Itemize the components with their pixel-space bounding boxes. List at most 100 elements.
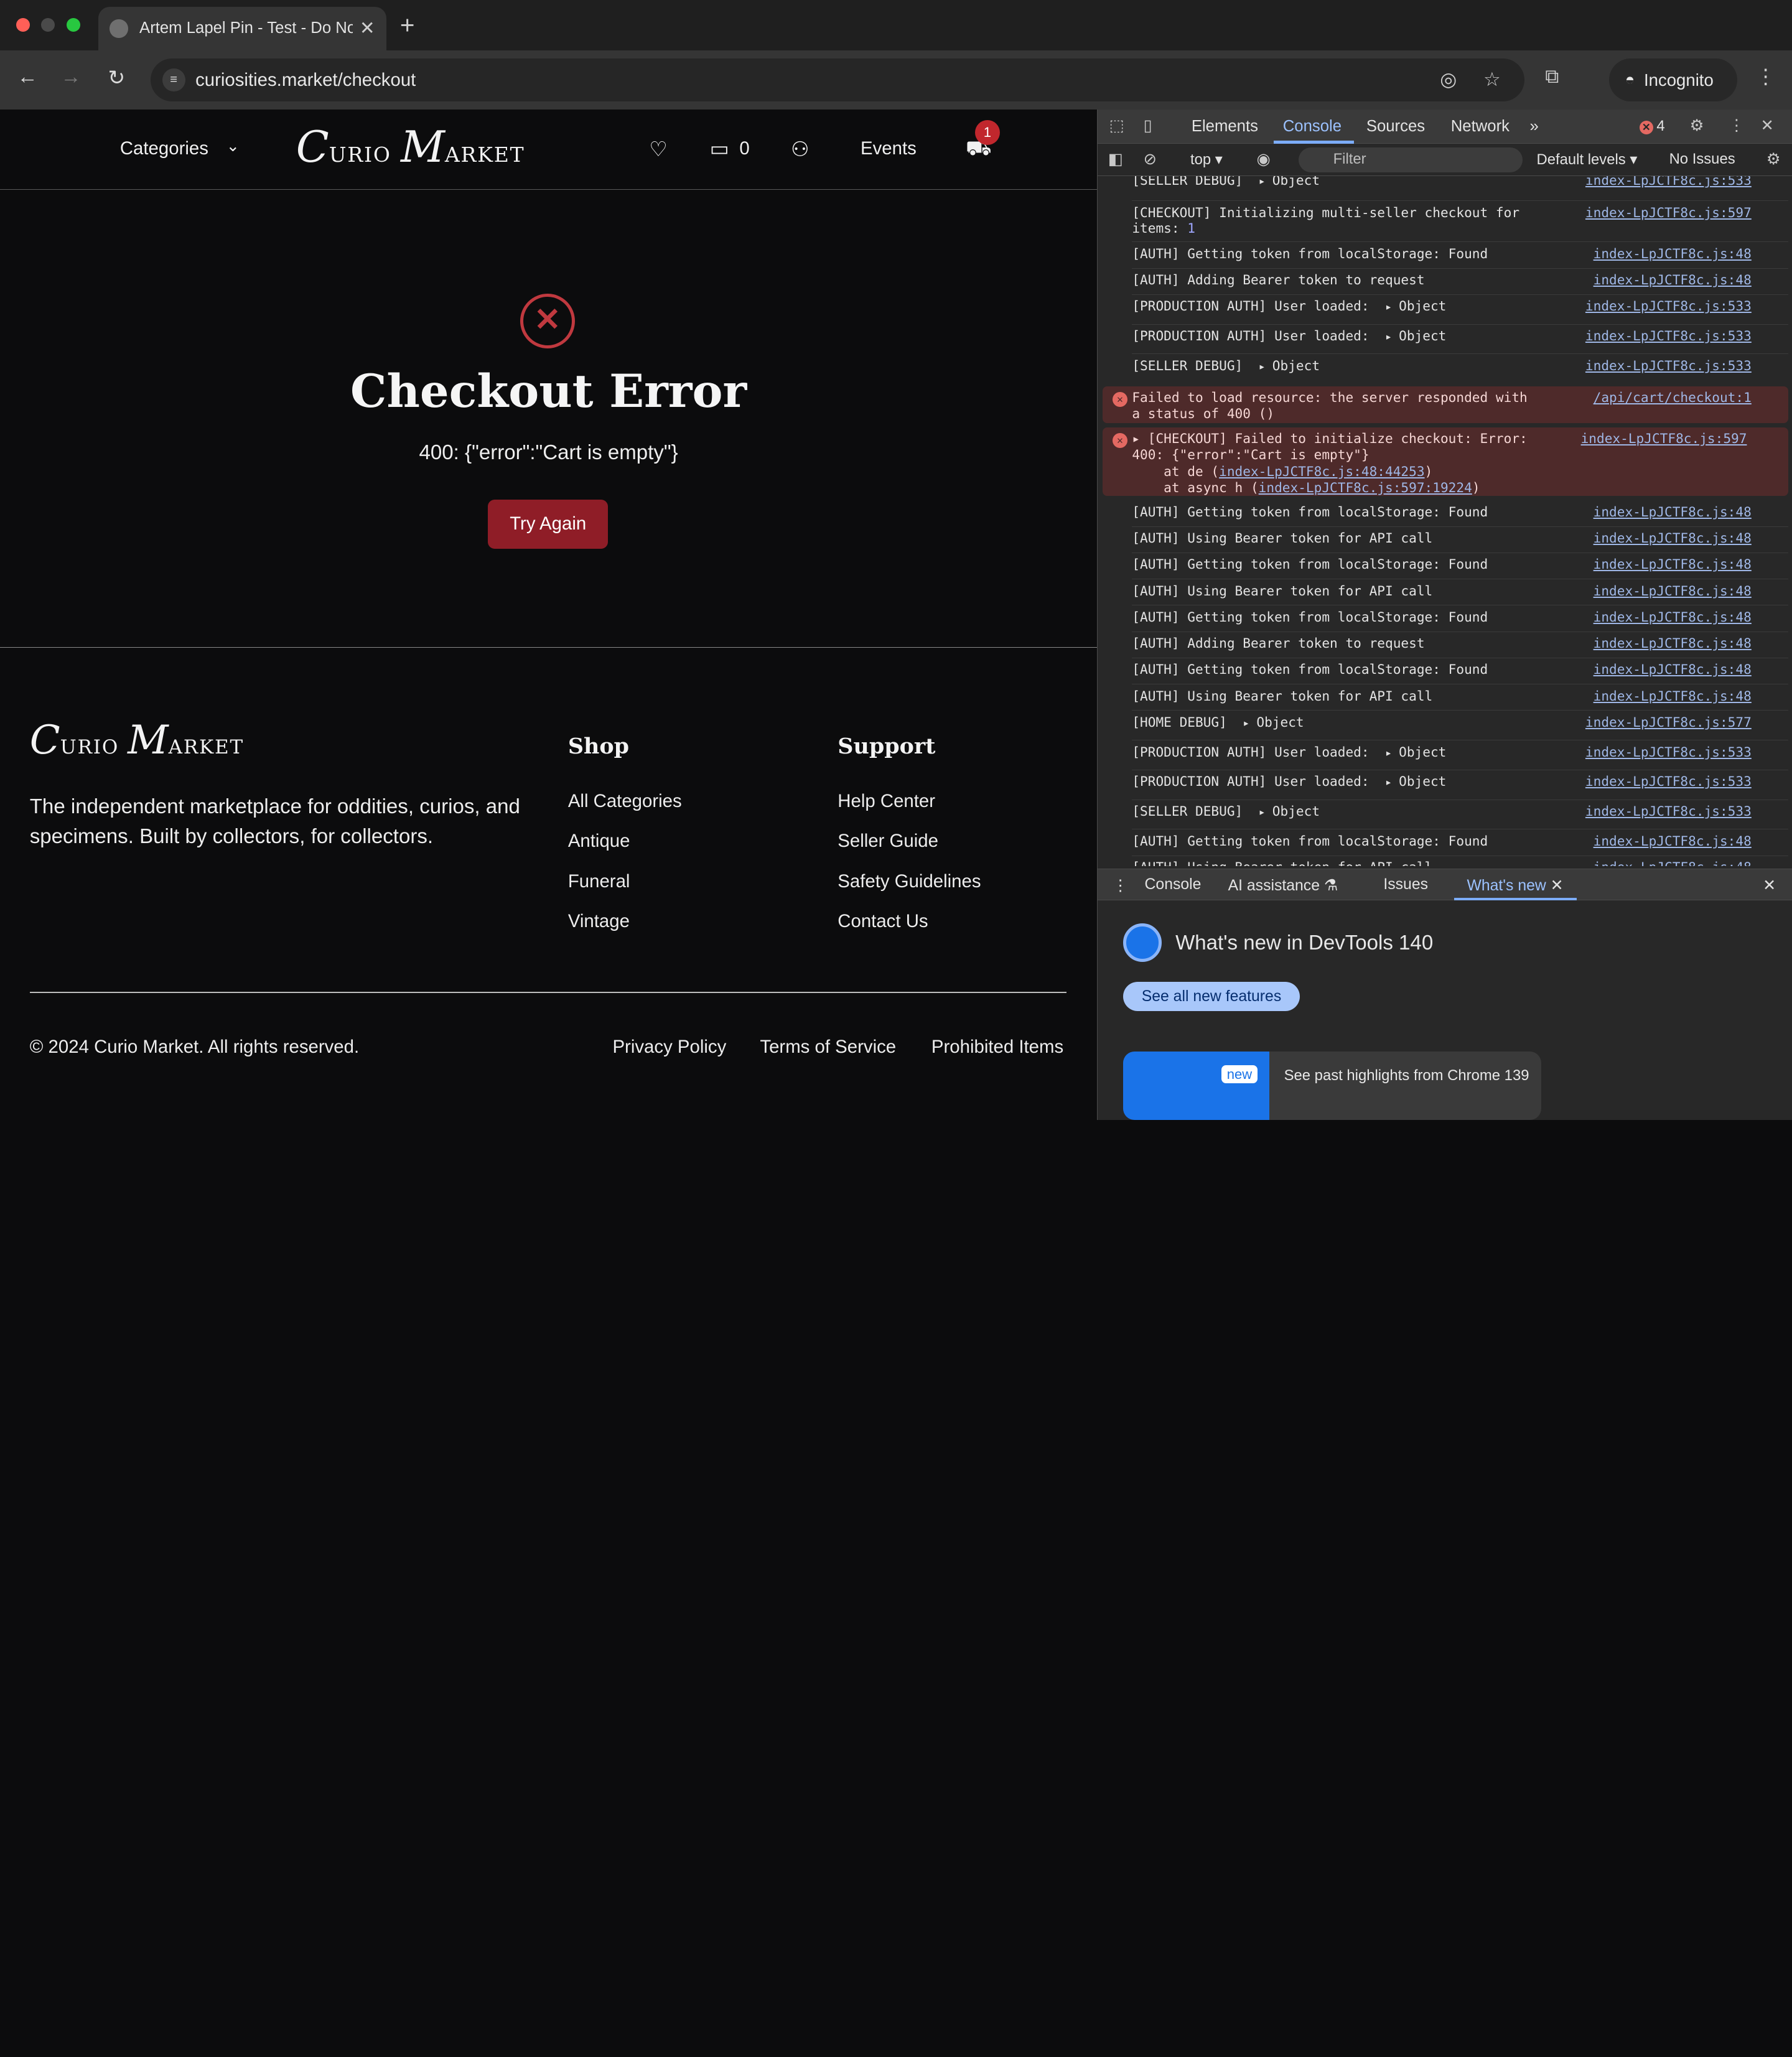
categories-menu[interactable]: Categories xyxy=(120,138,208,159)
browser-menu-icon[interactable]: ⋮ xyxy=(1755,64,1776,89)
terms-of-service-link[interactable]: Terms of Service xyxy=(760,1037,896,1058)
source-link[interactable]: index-LpJCTF8c.js:48 xyxy=(1594,661,1752,677)
source-link[interactable]: index-LpJCTF8c.js:48 xyxy=(1594,504,1752,520)
clear-console-icon[interactable]: ⊘ xyxy=(1144,150,1157,169)
new-tab-button[interactable]: + xyxy=(400,11,415,40)
source-link[interactable]: index-LpJCTF8c.js:48 xyxy=(1594,246,1752,261)
footer-link-all-categories[interactable]: All Categories xyxy=(568,791,682,812)
source-link[interactable]: index-LpJCTF8c.js:48 xyxy=(1594,556,1752,572)
live-expression-eye-icon[interactable]: ◉ xyxy=(1257,150,1271,169)
bookmark-star-icon[interactable]: ☆ xyxy=(1483,68,1501,91)
close-drawer-icon[interactable]: ✕ xyxy=(1763,876,1776,895)
heart-icon[interactable]: ♡ xyxy=(649,137,668,162)
drawer-tab-console[interactable]: Console xyxy=(1145,876,1202,893)
object-expander[interactable]: Object xyxy=(1385,773,1446,789)
drawer-tab-ai-assistance[interactable]: AI assistance ⚗ xyxy=(1228,876,1338,895)
tab-sources[interactable]: Sources xyxy=(1366,118,1425,136)
device-toolbar-icon[interactable]: ▯ xyxy=(1144,116,1152,135)
window-close-button[interactable] xyxy=(16,18,30,32)
source-link[interactable]: index-LpJCTF8c.js:533 xyxy=(1585,773,1752,789)
source-link[interactable]: index-LpJCTF8c.js:48 xyxy=(1594,688,1752,704)
highlights-card[interactable]: new See past highlights from Chrome 139 xyxy=(1122,1051,1541,1120)
stack-link[interactable]: index-LpJCTF8c.js:48:44253 xyxy=(1219,464,1424,479)
object-expander[interactable]: Object xyxy=(1385,744,1446,760)
address-bar[interactable]: ≡ curiosities.market/checkout ◎ ☆ xyxy=(151,58,1525,102)
object-expander[interactable]: Object xyxy=(1259,358,1320,373)
object-expander[interactable]: Object xyxy=(1385,328,1446,343)
more-tabs-icon[interactable]: » xyxy=(1529,118,1538,136)
source-link[interactable]: index-LpJCTF8c.js:533 xyxy=(1585,298,1752,314)
user-icon[interactable]: ⚇ xyxy=(791,137,810,162)
context-selector[interactable]: top ▾ xyxy=(1190,151,1223,169)
eye-off-icon[interactable]: ◎ xyxy=(1440,68,1457,91)
source-link[interactable]: index-LpJCTF8c.js:533 xyxy=(1585,176,1752,188)
source-link[interactable]: index-LpJCTF8c.js:533 xyxy=(1585,328,1752,343)
see-all-features-button[interactable]: See all new features xyxy=(1122,981,1300,1012)
source-link[interactable]: index-LpJCTF8c.js:48 xyxy=(1594,272,1752,287)
settings-gear-icon[interactable]: ⚙ xyxy=(1690,116,1704,135)
incognito-indicator[interactable]: ◓ Incognito xyxy=(1609,58,1737,102)
privacy-policy-link[interactable]: Privacy Policy xyxy=(612,1037,726,1058)
stack-link[interactable]: index-LpJCTF8c.js:597:19224 xyxy=(1259,480,1472,495)
footer-link-vintage[interactable]: Vintage xyxy=(568,911,630,932)
source-link[interactable]: index-LpJCTF8c.js:48 xyxy=(1594,833,1752,849)
close-devtools-icon[interactable]: ✕ xyxy=(1761,116,1775,135)
footer-link-funeral[interactable]: Funeral xyxy=(568,871,630,892)
source-link[interactable]: index-LpJCTF8c.js:533 xyxy=(1585,803,1752,819)
search-image-icon[interactable]: ⧉ xyxy=(1545,65,1559,88)
tab-console[interactable]: Console xyxy=(1283,118,1342,136)
devtools-menu-icon[interactable]: ⋮ xyxy=(1729,116,1745,135)
footer-link-help-center[interactable]: Help Center xyxy=(838,791,935,812)
drawer-tab-issues[interactable]: Issues xyxy=(1383,876,1428,893)
source-link[interactable]: index-LpJCTF8c.js:48 xyxy=(1594,530,1752,546)
tab-elements[interactable]: Elements xyxy=(1192,118,1258,136)
console-message: [SELLER DEBUG] Object index-LpJCTF8c.js:… xyxy=(1132,176,1788,202)
tab-network[interactable]: Network xyxy=(1451,118,1510,136)
drawer-menu-icon[interactable]: ⋮ xyxy=(1113,876,1128,895)
footer-divider xyxy=(29,992,1066,994)
message-icon[interactable]: ▭ xyxy=(710,136,729,161)
footer-link-seller-guide[interactable]: Seller Guide xyxy=(838,831,938,852)
drawer-tab-whats-new[interactable]: What's new ✕ xyxy=(1467,876,1563,895)
sidebar-toggle-icon[interactable]: ◧ xyxy=(1108,150,1123,169)
site-info-icon[interactable]: ≡ xyxy=(162,68,185,91)
source-link[interactable]: index-LpJCTF8c.js:48 xyxy=(1594,859,1752,866)
source-link[interactable]: index-LpJCTF8c.js:48 xyxy=(1594,635,1752,651)
source-link[interactable]: /api/cart/checkout:1 xyxy=(1594,389,1752,405)
object-expander[interactable]: Object xyxy=(1259,803,1320,819)
object-expander[interactable]: Object xyxy=(1385,298,1446,314)
prohibited-items-link[interactable]: Prohibited Items xyxy=(931,1037,1063,1058)
source-link[interactable]: index-LpJCTF8c.js:533 xyxy=(1585,744,1752,760)
source-link[interactable]: index-LpJCTF8c.js:597 xyxy=(1581,431,1747,446)
console-settings-icon[interactable]: ⚙ xyxy=(1766,150,1781,169)
url-text[interactable]: curiosities.market/checkout xyxy=(195,70,416,91)
back-button[interactable]: ← xyxy=(14,65,41,89)
forward-button[interactable]: → xyxy=(57,65,85,89)
close-icon[interactable]: ✕ xyxy=(360,17,375,39)
footer-link-safety-guidelines[interactable]: Safety Guidelines xyxy=(838,871,981,892)
events-link[interactable]: Events xyxy=(861,138,917,159)
browser-tab[interactable]: Artem Lapel Pin - Test - Do Not Buy ✕ xyxy=(98,7,386,50)
try-again-button[interactable]: Try Again xyxy=(488,499,609,549)
window-zoom-button[interactable] xyxy=(66,18,80,32)
object-expander[interactable]: Object xyxy=(1259,176,1320,188)
reload-button[interactable]: ↻ xyxy=(103,65,130,90)
object-expander[interactable]: Object xyxy=(1243,714,1304,730)
footer-link-antique[interactable]: Antique xyxy=(568,831,630,852)
window-minimize-button[interactable] xyxy=(41,18,55,32)
issues-counter[interactable]: No Issues xyxy=(1669,151,1735,168)
source-link[interactable]: index-LpJCTF8c.js:597 xyxy=(1585,205,1752,220)
source-link[interactable]: index-LpJCTF8c.js:48 xyxy=(1594,609,1752,625)
source-link[interactable]: index-LpJCTF8c.js:48 xyxy=(1594,583,1752,599)
inspect-element-icon[interactable]: ⬚ xyxy=(1109,116,1124,135)
footer-logo[interactable]: Curio Market xyxy=(30,717,244,763)
error-count-badge[interactable]: ✕ 4 xyxy=(1639,118,1665,135)
console-filter-input[interactable]: Filter xyxy=(1299,147,1523,173)
close-icon[interactable]: ✕ xyxy=(1551,877,1564,894)
chevron-down-icon[interactable]: ⌄ xyxy=(226,137,240,156)
site-logo[interactable]: Curio Market xyxy=(296,123,525,172)
log-levels-dropdown[interactable]: Default levels ▾ xyxy=(1537,151,1638,169)
footer-link-contact-us[interactable]: Contact Us xyxy=(838,911,928,932)
source-link[interactable]: index-LpJCTF8c.js:533 xyxy=(1585,358,1752,373)
source-link[interactable]: index-LpJCTF8c.js:577 xyxy=(1585,714,1752,730)
